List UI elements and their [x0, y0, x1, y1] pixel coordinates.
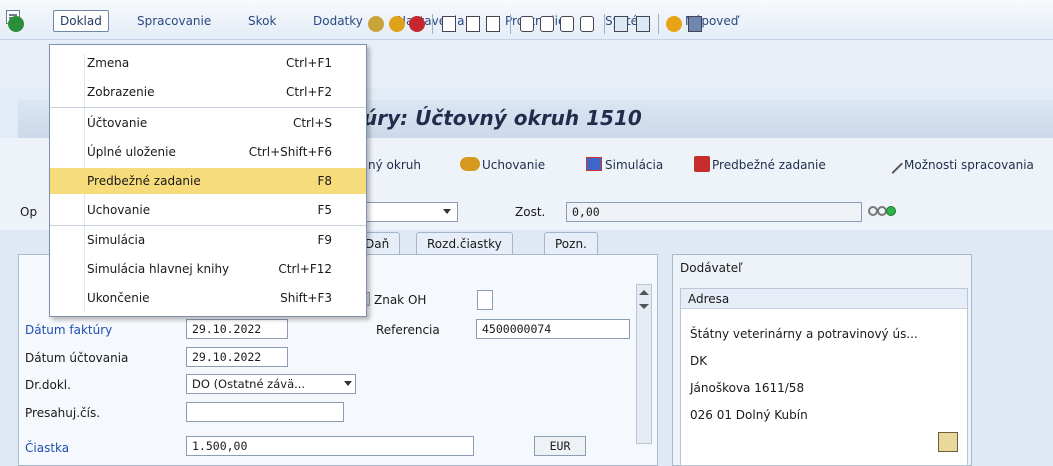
back-icon[interactable]: [368, 16, 384, 32]
vendor-city: 026 01 Dolný Kubín: [690, 408, 808, 422]
exit-icon[interactable]: [389, 16, 405, 32]
menu-nastavenia[interactable]: Nastavenia: [394, 12, 467, 30]
scroll-down-icon[interactable]: [639, 304, 649, 309]
find-icon[interactable]: [466, 16, 480, 32]
dropdown-item-label: Predbežné zadanie: [87, 174, 201, 188]
datum-faktury-field[interactable]: 29.10.2022: [186, 319, 288, 339]
last-page-icon[interactable]: [580, 16, 594, 32]
print-icon[interactable]: [442, 16, 456, 32]
dropdown-item-label: Simulácia hlavnej knihy: [87, 262, 230, 276]
dropdown-item-simulacia[interactable]: Simulácia F9: [50, 227, 366, 253]
dr-dokl-select[interactable]: DO (Ostatné závä...: [186, 374, 356, 394]
menu-skok[interactable]: Skok: [245, 12, 279, 30]
chevron-down-icon[interactable]: [344, 381, 352, 386]
toolbar-separator: [510, 14, 511, 34]
dropdown-item-label: Zobrazenie: [87, 85, 155, 99]
vendor-group-title: Dodávateľ: [680, 261, 743, 275]
ciastka-field[interactable]: 1.500,00: [186, 436, 474, 456]
referencia-field[interactable]: 4500000074: [476, 319, 630, 339]
find-next-icon[interactable]: [486, 16, 500, 32]
zost-label: Zost.: [515, 205, 546, 219]
toolbar-separator: [432, 14, 433, 34]
simulate-icon: [586, 157, 602, 171]
address-header: Adresa: [688, 292, 730, 306]
vendor-name: Štátny veterinárny a potravinový ús...: [690, 327, 918, 341]
dropdown-separator: [50, 225, 366, 226]
hold-icon: [460, 157, 480, 171]
moznosti-spracovania-button[interactable]: Možnosti spracovania: [904, 156, 1034, 174]
first-page-icon[interactable]: [520, 16, 534, 32]
dropdown-item-shortcut: F8: [317, 174, 332, 188]
dropdown-item-label: Úplné uloženie: [87, 145, 176, 159]
vendor-details-icon[interactable]: [938, 432, 958, 452]
uchovanie-button[interactable]: Uchovanie: [482, 156, 545, 174]
dropdown-item-label: Simulácia: [87, 233, 146, 247]
previous-page-icon[interactable]: [540, 16, 554, 32]
ciastka-label: Čiastka: [25, 441, 70, 455]
zostatok-field: 0,00: [566, 202, 862, 222]
znak-oh-label: Znak OH: [374, 293, 427, 307]
referencia-label: Referencia: [376, 323, 440, 337]
presahuj-cis-field[interactable]: [186, 402, 344, 422]
dropdown-item-ukoncenie[interactable]: Ukončenie Shift+F3: [50, 285, 366, 311]
dropdown-item-shortcut: F9: [317, 233, 332, 247]
chevron-down-icon[interactable]: [443, 209, 451, 214]
dropdown-item-uplne-ulozenie[interactable]: Úplné uloženie Ctrl+Shift+F6: [50, 139, 366, 165]
datum-uctovania-label: Dátum účtovania: [25, 351, 129, 365]
dropdown-item-shortcut: Ctrl+F2: [286, 85, 332, 99]
dropdown-item-label: Účtovanie: [87, 116, 148, 130]
address-box: [680, 288, 968, 466]
vendor-street: Jánoškova 1611/58: [690, 381, 805, 395]
layout-menu-icon[interactable]: [688, 16, 702, 32]
menu-spracovanie[interactable]: Spracovanie: [134, 12, 214, 30]
tab-rozd-ciastky[interactable]: Rozd.čiastky: [416, 232, 513, 256]
dropdown-item-uchovanie[interactable]: Uchovanie F5: [50, 197, 366, 223]
dropdown-item-shortcut: Ctrl+S: [292, 116, 332, 130]
okruh-button[interactable]: ný okruh: [368, 156, 421, 174]
next-page-icon[interactable]: [560, 16, 574, 32]
menu-dodatky[interactable]: Dodatky: [310, 12, 366, 30]
shortcut-icon[interactable]: [636, 16, 650, 32]
menu-doklad[interactable]: Doklad: [53, 10, 109, 32]
help-icon[interactable]: [666, 16, 682, 32]
dropdown-item-shortcut: Ctrl+F1: [286, 56, 332, 70]
dropdown-separator: [50, 107, 366, 108]
dr-dokl-label: Dr.dokl.: [25, 378, 71, 392]
datum-faktury-label: Dátum faktúry: [25, 323, 113, 337]
toolbar-separator: [658, 14, 659, 34]
cancel-icon[interactable]: [409, 16, 425, 32]
predbezne-zadanie-button[interactable]: Predbežné zadanie: [712, 156, 826, 174]
vendor-code: DK: [690, 354, 708, 368]
dropdown-item-label: Ukončenie: [87, 291, 150, 305]
dropdown-item-simulacia-hlavnej-knihy[interactable]: Simulácia hlavnej knihy Ctrl+F12: [50, 256, 366, 282]
save-icon: [694, 156, 710, 172]
op-label: Op: [20, 205, 38, 219]
dropdown-item-shortcut: F5: [317, 203, 332, 217]
page-title: úry: Účtovný okruh 1510: [363, 106, 642, 130]
dropdown-item-zmena[interactable]: Zmena Ctrl+F1: [50, 50, 366, 76]
dropdown-item-shortcut: Ctrl+F12: [278, 262, 332, 276]
presahuj-cis-label: Presahuj.čís.: [25, 406, 101, 420]
dropdown-item-label: Zmena: [87, 56, 130, 70]
dropdown-item-shortcut: Shift+F3: [280, 291, 332, 305]
new-session-icon[interactable]: [614, 16, 628, 32]
dropdown-item-zobrazenie[interactable]: Zobrazenie Ctrl+F2: [50, 79, 366, 105]
scroll-up-icon[interactable]: [639, 290, 649, 295]
menu-prostredie[interactable]: Prostredie: [502, 12, 568, 30]
tab-pozn[interactable]: Pozn.: [544, 232, 598, 256]
simulacia-button[interactable]: Simulácia: [605, 156, 663, 174]
dropdown-item-uctovanie[interactable]: Účtovanie Ctrl+S: [50, 110, 366, 136]
dropdown-item-predbezne-zadanie[interactable]: Predbežné zadanie F8: [50, 168, 366, 194]
dropdown-item-label: Uchovanie: [87, 203, 151, 217]
enter-icon[interactable]: [8, 16, 24, 32]
toolbar-separator: [604, 14, 605, 34]
znak-oh-field[interactable]: [477, 290, 493, 310]
currency-field: EUR: [534, 436, 586, 456]
datum-uctovania-field[interactable]: 29.10.2022: [186, 347, 288, 367]
dropdown-item-shortcut: Ctrl+Shift+F6: [248, 145, 332, 159]
status-light-green-icon: [886, 206, 896, 216]
